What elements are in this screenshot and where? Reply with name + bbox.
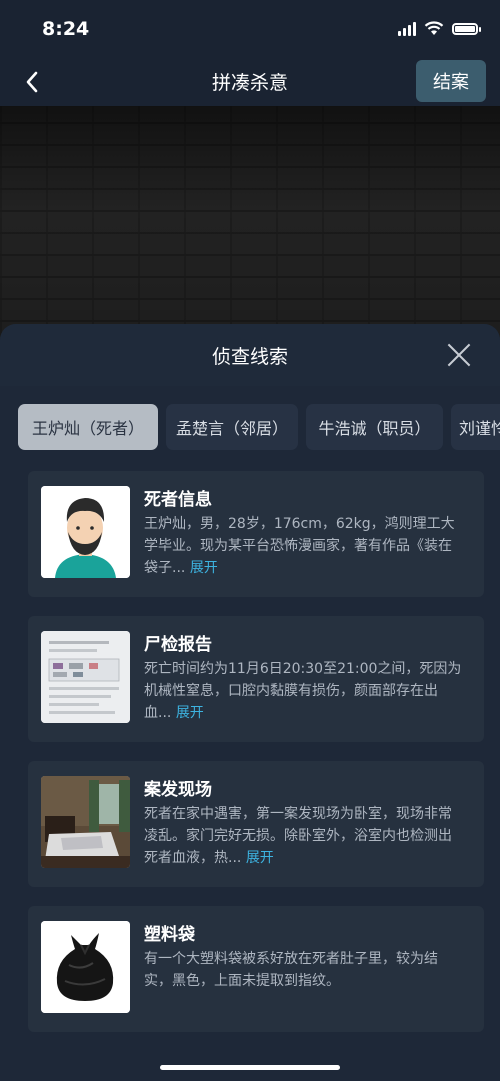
panel-header: 侦查线索	[0, 324, 500, 386]
clue-card-plastic-bag[interactable]: 塑料袋 有一个大塑料袋被系好放在死者肚子里，较为结实，黑色，上面未提取到指纹。	[28, 906, 484, 1032]
clue-card-autopsy-report[interactable]: 尸检报告 死亡时间约为11月6日20:30至21:00之间，死因为机械性窒息，口…	[28, 616, 484, 742]
close-icon[interactable]	[444, 340, 474, 370]
tab-employee[interactable]: 牛浩诚（职员）	[306, 404, 443, 450]
tab-liu[interactable]: 刘谨怜	[451, 404, 500, 450]
panel-title: 侦查线索	[211, 346, 288, 368]
home-indicator	[160, 1065, 340, 1070]
clue-title: 案发现场	[144, 780, 212, 800]
nav-bar: 拼凑杀意 结案	[0, 58, 500, 106]
clue-panel: 侦查线索 王炉灿（死者） 孟楚言（邻居） 牛浩诚（职员） 刘谨怜 死者信息 王炉…	[0, 324, 500, 1081]
close-case-button[interactable]: 结案	[416, 60, 486, 102]
plastic-bag-image	[41, 921, 130, 1013]
clue-text: 有一个大塑料袋被系好放在死者肚子里，较为结实，黑色，上面未提取到指纹。	[144, 951, 438, 989]
clue-card-victim-info[interactable]: 死者信息 王炉灿，男，28岁，176cm，62kg，鸿则理工大学毕业。现为某平台…	[28, 471, 484, 597]
tab-neighbor[interactable]: 孟楚言（邻居）	[166, 404, 298, 450]
status-bar: 8:24	[0, 0, 500, 58]
clue-text: 王炉灿，男，28岁，176cm，62kg，鸿则理工大学毕业。现为某平台恐怖漫画家…	[144, 516, 455, 576]
clue-title: 塑料袋	[144, 925, 195, 945]
wifi-icon	[424, 21, 444, 35]
status-icons	[398, 21, 481, 36]
victim-avatar-image	[41, 486, 130, 578]
suspect-tabs: 王炉灿（死者） 孟楚言（邻居） 牛浩诚（职员） 刘谨怜	[18, 404, 500, 450]
expand-link[interactable]: 展开	[176, 705, 204, 721]
clue-text: 死亡时间约为11月6日20:30至21:00之间，死因为机械性窒息，口腔内黏膜有…	[144, 661, 462, 721]
battery-icon	[452, 22, 481, 35]
bedroom-scene-image	[41, 776, 130, 868]
clue-card-crime-scene[interactable]: 案发现场 死者在家中遇害，第一案发现场为卧室，现场非常凌乱。家门完好无损。除卧室…	[28, 761, 484, 887]
clue-title: 死者信息	[144, 490, 212, 510]
tab-victim[interactable]: 王炉灿（死者）	[18, 404, 158, 450]
expand-link[interactable]: 展开	[246, 850, 274, 866]
autopsy-document-image	[41, 631, 130, 723]
clue-text: 死者在家中遇害，第一案发现场为卧室，现场非常凌乱。家门完好无损。除卧室外，浴室内…	[144, 806, 452, 866]
cellular-signal-icon	[398, 21, 416, 36]
expand-link[interactable]: 展开	[190, 560, 218, 576]
status-time: 8:24	[42, 18, 90, 40]
clue-title: 尸检报告	[144, 635, 212, 655]
